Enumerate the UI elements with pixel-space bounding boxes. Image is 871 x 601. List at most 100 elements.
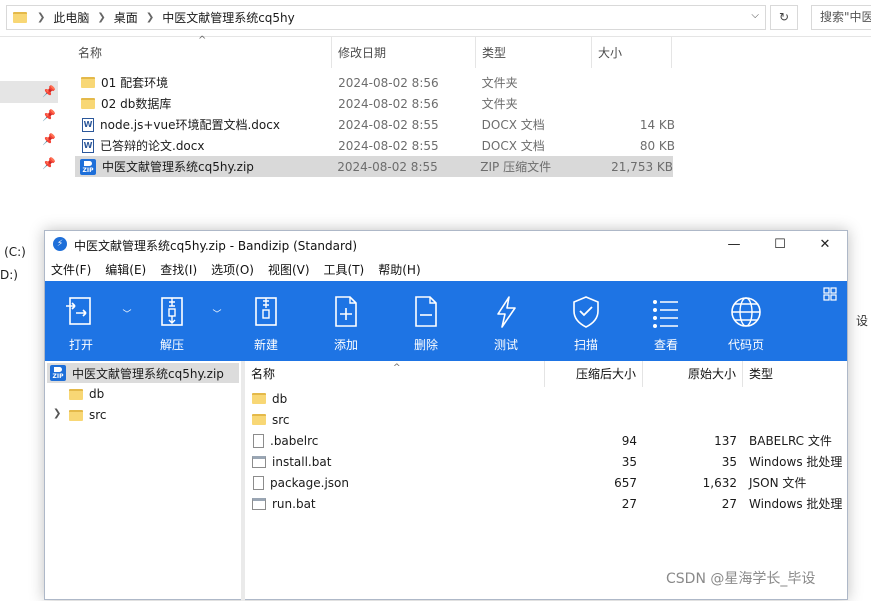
file-name: 02 db数据库 bbox=[101, 97, 172, 111]
column-type[interactable]: 类型 bbox=[476, 36, 592, 68]
address-box[interactable]: ❯ 此电脑 ❯ 桌面 ❯ 中医文献管理系统cq5hy ⌵ bbox=[6, 5, 766, 30]
partial-side-label: 设 bbox=[856, 314, 869, 328]
column-name[interactable]: ^ 名称 bbox=[72, 35, 332, 68]
file-size: 14 KB bbox=[639, 117, 675, 132]
column-label: 压缩后大小 bbox=[575, 367, 636, 381]
entry-original-size: 1,632 bbox=[702, 475, 737, 490]
column-label: 类型 bbox=[749, 367, 774, 381]
file-date: 2024-08-02 8:55 bbox=[338, 117, 439, 132]
column-type[interactable]: 类型 bbox=[743, 361, 847, 387]
add-icon bbox=[335, 296, 357, 327]
close-button[interactable]: ✕ bbox=[802, 231, 848, 259]
breadcrumb-item[interactable]: 桌面 bbox=[114, 9, 138, 26]
menu-options[interactable]: 选项(O) bbox=[204, 259, 261, 281]
entry-name: package.json bbox=[270, 475, 350, 490]
word-doc-icon: W bbox=[82, 138, 94, 153]
breadcrumb-item[interactable]: 中医文献管理系统cq5hy bbox=[162, 9, 295, 26]
entry-original-size: 137 bbox=[714, 433, 737, 448]
batch-file-icon bbox=[252, 455, 266, 468]
file-date: 2024-08-02 8:56 bbox=[338, 75, 439, 90]
folder-icon bbox=[69, 388, 83, 400]
column-size[interactable]: 大小 bbox=[592, 36, 672, 68]
test-button[interactable]: 测试 bbox=[477, 281, 535, 361]
file-name: 已答辩的论文.docx bbox=[100, 139, 205, 153]
view-button[interactable]: 查看 bbox=[637, 281, 695, 361]
file-row[interactable]: W 已答辩的论文.docx 2024-08-02 8:55 DOCX 文档 80 … bbox=[75, 135, 675, 156]
archive-row[interactable]: src bbox=[247, 409, 847, 430]
file-row[interactable]: 02 db数据库 2024-08-02 8:56 文件夹 bbox=[75, 93, 675, 114]
scan-button[interactable]: 扫描 bbox=[557, 281, 615, 361]
column-label: 名称 bbox=[78, 46, 103, 60]
entry-name: .babelrc bbox=[270, 433, 319, 448]
new-archive-button[interactable]: 新建 bbox=[237, 281, 295, 361]
file-type: DOCX 文档 bbox=[481, 139, 545, 153]
archive-row[interactable]: .babelrc 94 137 BABELRC 文件 bbox=[247, 430, 847, 451]
file-row[interactable]: Wnode.js+vue环境配置文档.docx 2024-08-02 8:55 … bbox=[75, 114, 675, 135]
archive-row[interactable]: db bbox=[247, 388, 847, 409]
file-type: 文件夹 bbox=[481, 76, 518, 90]
layout-grid-icon[interactable] bbox=[823, 287, 837, 301]
delete-button[interactable]: 删除 bbox=[397, 281, 455, 361]
extract-button[interactable]: 解压 bbox=[143, 281, 201, 361]
tree-item-db[interactable]: db bbox=[69, 384, 104, 404]
archive-column-header: ^ 名称 压缩后大小 原始大小 类型 bbox=[245, 361, 847, 387]
minimize-button[interactable]: — bbox=[711, 231, 757, 259]
search-input[interactable]: 搜索"中医 bbox=[811, 5, 871, 30]
tree-item-src[interactable]: src bbox=[69, 405, 107, 425]
tree-item-label: db bbox=[89, 387, 105, 401]
file-row-selected[interactable]: ZIP 中医文献管理系统cq5hy.zip 2024-08-02 8:55 ZIP… bbox=[75, 156, 673, 177]
pane-splitter[interactable] bbox=[241, 361, 245, 601]
menu-file[interactable]: 文件(F) bbox=[45, 259, 98, 281]
new-archive-icon bbox=[255, 297, 277, 326]
column-label: 大小 bbox=[598, 46, 623, 60]
archive-row[interactable]: package.json 657 1,632 JSON 文件 bbox=[247, 472, 847, 493]
file-name: 中医文献管理系统cq5hy.zip bbox=[102, 160, 254, 174]
entry-original-size: 27 bbox=[721, 496, 737, 511]
nav-drive-c[interactable]: s (C:) bbox=[0, 245, 26, 259]
column-label: 原始大小 bbox=[687, 367, 736, 381]
chevron-right-icon: ❯ bbox=[37, 12, 46, 23]
tool-label: 查看 bbox=[653, 338, 678, 352]
archive-row[interactable]: install.bat 35 35 Windows 批处理 bbox=[247, 451, 847, 472]
file-type: DOCX 文档 bbox=[481, 118, 545, 132]
menu-view[interactable]: 视图(V) bbox=[261, 259, 317, 281]
tool-label: 解压 bbox=[159, 338, 184, 352]
title-bar[interactable]: ⚡ 中医文献管理系统cq5hy.zip - Bandizip (Standard… bbox=[45, 231, 847, 259]
chevron-down-icon[interactable]: ﹀ bbox=[210, 307, 224, 321]
open-button[interactable]: 打开 bbox=[52, 281, 110, 361]
toolbar: 打开 ﹀ 解压 ﹀ 新建 添加 删除 测试 扫描 查看 代码页 bbox=[45, 281, 847, 361]
breadcrumb-item[interactable]: 此电脑 bbox=[53, 9, 89, 26]
tree-item-archive-root[interactable]: ZIP 中医文献管理系统cq5hy.zip bbox=[47, 363, 239, 383]
folder-icon bbox=[81, 77, 95, 88]
chevron-down-icon[interactable]: ﹀ bbox=[120, 307, 134, 321]
tree-item-label: 中医文献管理系统cq5hy.zip bbox=[72, 366, 224, 381]
file-date: 2024-08-02 8:55 bbox=[337, 159, 438, 174]
column-original-size[interactable]: 原始大小 bbox=[643, 361, 743, 387]
menu-tools[interactable]: 工具(T) bbox=[317, 259, 372, 281]
chevron-right-icon[interactable]: ❯ bbox=[53, 408, 61, 419]
entry-name: run.bat bbox=[272, 496, 316, 511]
menu-edit[interactable]: 编辑(E) bbox=[98, 259, 153, 281]
refresh-button[interactable]: ↻ bbox=[770, 5, 798, 30]
menu-help[interactable]: 帮助(H) bbox=[371, 259, 427, 281]
column-name[interactable]: ^ 名称 bbox=[245, 361, 545, 387]
entry-name: install.bat bbox=[272, 454, 332, 469]
codepage-button[interactable]: 代码页 bbox=[717, 281, 775, 361]
tool-label: 扫描 bbox=[573, 338, 598, 352]
tool-label: 测试 bbox=[493, 338, 518, 352]
menu-find[interactable]: 查找(I) bbox=[153, 259, 204, 281]
file-row[interactable]: 01 配套环境 2024-08-02 8:56 文件夹 bbox=[75, 72, 675, 93]
archive-tree: ZIP 中医文献管理系统cq5hy.zip db ❯ src bbox=[45, 361, 242, 601]
sort-up-icon: ^ bbox=[198, 35, 207, 46]
pin-icon: 📌 bbox=[42, 157, 56, 170]
explorer-column-header: ^ 名称 修改日期 类型 大小 bbox=[72, 35, 672, 68]
column-date[interactable]: 修改日期 bbox=[332, 36, 476, 68]
extract-icon bbox=[161, 297, 183, 326]
add-button[interactable]: 添加 bbox=[317, 281, 375, 361]
maximize-button[interactable]: ☐ bbox=[757, 231, 803, 259]
column-compressed-size[interactable]: 压缩后大小 bbox=[545, 361, 643, 387]
refresh-icon: ↻ bbox=[778, 10, 790, 24]
chevron-down-icon[interactable]: ⌵ bbox=[751, 10, 759, 21]
archive-row[interactable]: run.bat 27 27 Windows 批处理 bbox=[247, 493, 847, 514]
nav-drive-d[interactable]: D:) bbox=[0, 268, 18, 282]
